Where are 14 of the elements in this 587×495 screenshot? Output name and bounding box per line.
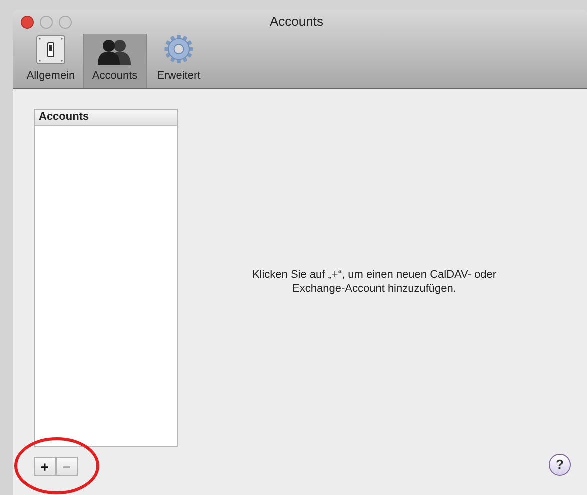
help-button[interactable]: ? [549, 454, 571, 476]
gear-icon [163, 34, 195, 64]
close-button[interactable] [21, 16, 34, 28]
minimize-button[interactable] [40, 16, 53, 28]
toolbar-tab[interactable]: Erweitert [147, 34, 211, 88]
zoom-button[interactable] [59, 16, 72, 28]
switch-icon [36, 34, 66, 64]
people-icon [98, 38, 132, 64]
add-button[interactable]: + [34, 457, 56, 476]
toolbar-tab[interactable]: Accounts [83, 34, 147, 88]
list-header: Accounts [35, 110, 177, 126]
toolbar-tab[interactable]: Allgemein [19, 34, 83, 88]
empty-state-message: Klicken Sie auf „+“, um einen neuen CalDAV- oder Exchange-Account hinzuzufügen. [251, 268, 498, 296]
window-title: Accounts [270, 13, 324, 32]
